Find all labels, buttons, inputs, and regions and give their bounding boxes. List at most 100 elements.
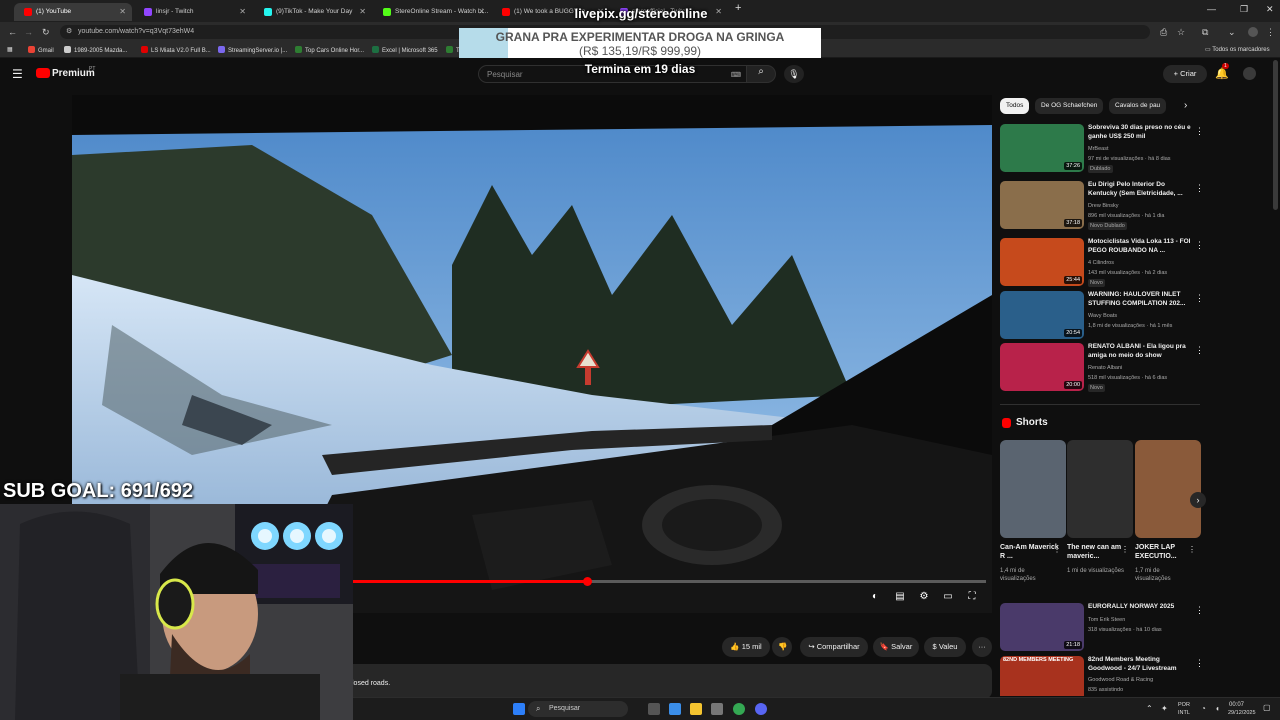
tab-tiktok[interactable]: (9)TikTok - Make Your Day ✕ xyxy=(254,3,372,21)
theater-mode-icon[interactable]: ▭ xyxy=(940,591,956,607)
video-thumbnail[interactable]: 21:18 xyxy=(1000,603,1084,651)
share-button[interactable]: ↪ Compartilhar xyxy=(800,637,868,657)
short-title[interactable]: The new can am maveric... xyxy=(1067,543,1127,561)
channel-name[interactable]: MrBeast xyxy=(1088,146,1108,152)
voice-search-button[interactable]: 🎙 xyxy=(784,65,804,83)
file-explorer-icon[interactable] xyxy=(690,703,702,715)
task-view-icon[interactable] xyxy=(648,703,660,715)
more-options-icon[interactable]: ⋮ xyxy=(1121,545,1129,554)
video-thumbnail[interactable]: 20:00 xyxy=(1000,343,1084,391)
video-title[interactable]: RENATO ALBANI - Ela ligou pra amiga no m… xyxy=(1088,343,1192,360)
video-title[interactable]: Sobreviva 30 dias preso no céu e ganhe U… xyxy=(1088,124,1192,141)
short-title[interactable]: JOKER LAP EXECUTIO... xyxy=(1135,543,1195,561)
forward-icon[interactable]: → xyxy=(24,27,33,37)
channel-name[interactable]: Tom Erik Steen xyxy=(1088,617,1125,623)
more-options-icon[interactable]: ⋮ xyxy=(1195,293,1204,304)
video-title[interactable]: Eu Dirigi Pelo Interior Do Kentucky (Sem… xyxy=(1088,181,1192,198)
more-options-icon[interactable]: ⋮ xyxy=(1195,126,1204,137)
recommendation-item[interactable]: 21:18 EURORALLY NORWAY 2025 Tom Erik Ste… xyxy=(1000,603,1204,655)
windows-start-icon[interactable] xyxy=(513,703,525,715)
more-actions-button[interactable]: ··· xyxy=(972,637,992,657)
maximize-icon[interactable]: ❐ xyxy=(1240,4,1248,15)
short-thumbnail[interactable] xyxy=(1135,440,1201,538)
clock-date[interactable]: 29/12/2025 xyxy=(1228,710,1256,716)
keyboard-layout[interactable]: INTL xyxy=(1178,710,1190,716)
recommendation-item[interactable]: 37:26 Sobreviva 30 dias preso no céu e g… xyxy=(1000,124,1204,176)
site-info-icon[interactable]: ⚙ xyxy=(66,27,72,35)
shorts-next-button[interactable]: › xyxy=(1190,492,1206,508)
chip-cavalos-de-pau[interactable]: Cavalos de pau xyxy=(1109,98,1167,114)
reload-icon[interactable]: ↻ xyxy=(42,27,50,38)
recommendation-item[interactable]: 82ND MEMBERS MEETING 82nd Members Meetin… xyxy=(1000,656,1200,696)
page-scrollbar[interactable] xyxy=(1273,60,1278,210)
bookmark-ls-miata[interactable]: LS Miata V2.0 Full B... xyxy=(141,46,211,54)
tab-youtube[interactable]: (1) YouTube ✕ xyxy=(14,3,132,21)
more-options-icon[interactable]: ⋮ xyxy=(1195,240,1204,251)
like-button[interactable]: 👍 15 mil xyxy=(722,637,770,657)
install-app-icon[interactable]: ⎙ xyxy=(1160,27,1167,38)
tray-app-icon[interactable]: ✦ xyxy=(1161,704,1168,713)
profile-avatar[interactable] xyxy=(1248,27,1258,37)
video-thumbnail[interactable]: 20:54 xyxy=(1000,291,1084,339)
chip-all[interactable]: Todos xyxy=(1000,98,1030,114)
more-options-icon[interactable]: ⋮ xyxy=(1053,545,1061,554)
hamburger-menu-icon[interactable]: ☰ xyxy=(12,67,23,81)
clock-time[interactable]: 00:07 xyxy=(1229,702,1244,708)
bookmark-excel[interactable]: Excel | Microsoft 365 xyxy=(372,46,438,54)
tab-kick-stream[interactable]: StereOnline Stream - Watch Li... ✕ xyxy=(373,3,491,21)
recommendation-item[interactable]: 37:18 Eu Dirigi Pelo Interior Do Kentuck… xyxy=(1000,181,1204,233)
video-title[interactable]: WARNING: HAULOVER INLET STUFFING COMPILA… xyxy=(1088,291,1192,308)
video-title[interactable]: Motociclistas Vida Loka 113 - FOI PEGO R… xyxy=(1088,238,1192,255)
copilot-icon[interactable] xyxy=(669,703,681,715)
close-window-icon[interactable]: ✕ xyxy=(1266,4,1274,15)
more-options-icon[interactable]: ⋮ xyxy=(1188,545,1196,554)
bookmark-top-cars[interactable]: Top Cars Online Hor... xyxy=(295,46,364,54)
bookmark-streamingserver[interactable]: StreamingServer.io |... xyxy=(218,46,287,54)
all-bookmarks-folder[interactable]: ▭ Todos os marcadores xyxy=(1205,46,1270,53)
video-thumbnail[interactable]: 37:26 xyxy=(1000,124,1084,172)
language-indicator[interactable]: POR xyxy=(1178,702,1190,708)
youtube-logo-icon[interactable] xyxy=(36,68,50,78)
tab-search-icon[interactable]: ⌄ xyxy=(1228,27,1236,38)
dislike-button[interactable]: 👎 xyxy=(772,637,792,657)
channel-name[interactable]: 4 Cilindros xyxy=(1088,260,1114,266)
back-icon[interactable]: ← xyxy=(8,27,17,37)
channel-name[interactable]: Renato Albani xyxy=(1088,365,1122,371)
short-title[interactable]: Can-Am Maverick R ... xyxy=(1000,543,1060,561)
more-options-icon[interactable]: ⋮ xyxy=(1195,605,1204,616)
extensions-icon[interactable]: ⧉ xyxy=(1202,27,1208,38)
volume-icon[interactable]: ◖ xyxy=(1215,704,1220,713)
more-options-icon[interactable]: ⋮ xyxy=(1195,345,1204,356)
video-thumbnail[interactable]: 37:18 xyxy=(1000,181,1084,229)
taskbar-search[interactable]: ⌕ Pesquisar xyxy=(528,701,628,717)
save-button[interactable]: 🔖 Salvar xyxy=(873,637,919,657)
recommendation-item[interactable]: 20:54 WARNING: HAULOVER INLET STUFFING C… xyxy=(1000,291,1204,343)
close-tab-icon[interactable]: ✕ xyxy=(119,7,126,16)
create-button[interactable]: + Criar xyxy=(1163,65,1207,83)
wifi-icon[interactable]: ◔ xyxy=(1201,704,1206,713)
tray-chevron-icon[interactable]: ⌃ xyxy=(1146,704,1153,713)
bookmark-mazda[interactable]: 1989-2005 Mazda... xyxy=(64,46,127,54)
subtitles-icon[interactable]: ▤ xyxy=(892,591,908,607)
channel-name[interactable]: Goodwood Road & Racing xyxy=(1088,677,1153,683)
thanks-button[interactable]: $ Valeu xyxy=(924,637,966,657)
close-tab-icon[interactable]: ✕ xyxy=(359,7,366,16)
chip-og-schaefchen[interactable]: De OG Schaefchen xyxy=(1035,98,1104,114)
account-avatar[interactable] xyxy=(1243,67,1256,80)
bookmark-gmail[interactable]: Gmail xyxy=(28,46,54,54)
keyboard-icon[interactable]: ⌨ xyxy=(731,71,741,79)
fullscreen-icon[interactable]: ⛶ xyxy=(964,591,980,607)
discord-icon[interactable] xyxy=(755,703,767,715)
channel-name[interactable]: Wavy Boats xyxy=(1088,313,1117,319)
search-button[interactable]: ⌕ xyxy=(746,65,776,83)
short-thumbnail[interactable] xyxy=(1067,440,1133,538)
recommendation-item[interactable]: 25:44 Motociclistas Vida Loka 113 - FOI … xyxy=(1000,238,1204,290)
menu-dots-icon[interactable]: ⋮ xyxy=(1266,27,1275,38)
video-thumbnail[interactable]: 25:44 xyxy=(1000,238,1084,286)
store-icon[interactable] xyxy=(711,703,723,715)
video-title[interactable]: 82nd Members Meeting Goodwood - 24/7 Liv… xyxy=(1088,656,1192,673)
notifications-icon[interactable]: ▢ xyxy=(1263,703,1271,712)
minimize-icon[interactable]: — xyxy=(1207,4,1216,14)
chrome-icon[interactable] xyxy=(733,703,745,715)
close-tab-icon[interactable]: ✕ xyxy=(239,7,246,16)
